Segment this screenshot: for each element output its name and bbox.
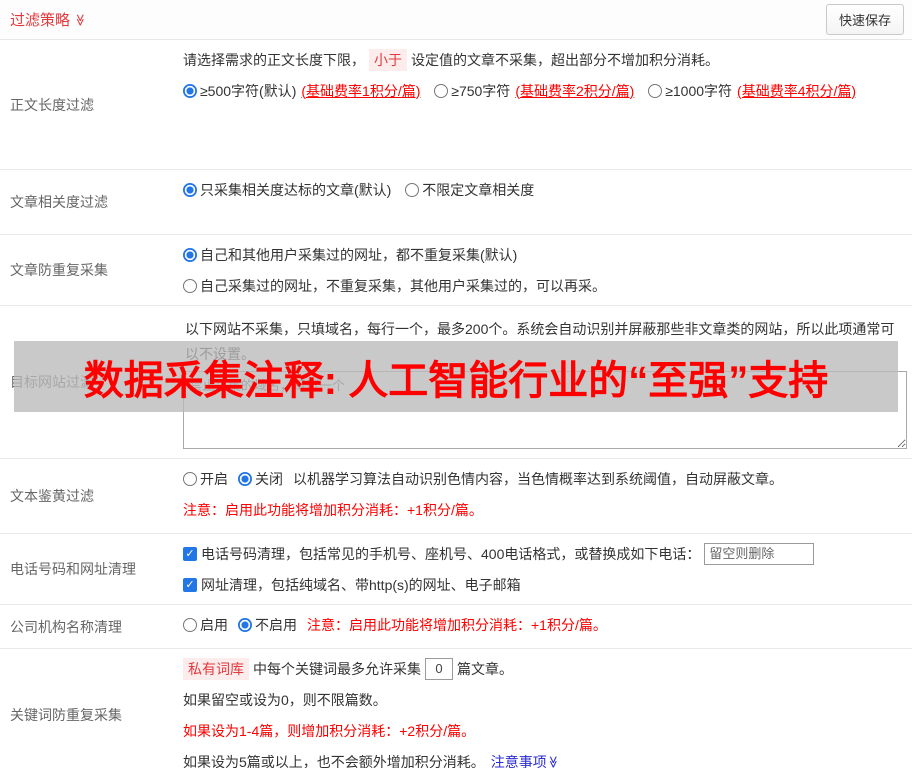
row-content: 开启 关闭 以机器学习算法自动识别色情内容，当色情概率达到系统阈值，自动屏蔽文章…	[180, 459, 912, 533]
radio-icon[interactable]	[405, 182, 420, 197]
radio-icon[interactable]	[183, 278, 197, 293]
row-porn-filter: 文本鉴黄过滤 开启 关闭 以机器学习算法自动识别色情内容，当色情概率达到系统阈值…	[0, 459, 912, 534]
radio-company-enable[interactable]: 启用	[183, 615, 228, 635]
row-label: 关键词防重复采集	[10, 707, 122, 723]
fee-note: (基础费率2积分/篇)	[515, 82, 635, 99]
replacement-phone-input[interactable]	[704, 542, 815, 565]
keyword-limit-input[interactable]	[425, 657, 453, 680]
keyword-note-free-line: 如果设为5篇或以上，也不会额外增加积分消耗。 注意事项 ≫	[183, 746, 907, 768]
row-phone-url-cleanup: 电话号码和网址清理 ✓ 电话号码清理，包括常见的手机号、座机号、400电话格式，…	[0, 534, 912, 605]
radio-selected-icon[interactable]	[183, 247, 197, 262]
radio-length-500[interactable]: ≥500字符(默认) (基础费率1积分/篇)	[183, 75, 420, 106]
filter-strategy-page: 过滤策略 ≫ 快速保存 正文长度过滤 请选择需求的正文长度下限， 小于 设定值的…	[0, 0, 912, 768]
row-company-name-cleanup: 公司机构名称清理 启用 不启用 注意：启用此功能将增加积分消耗：+1积分/篇。	[0, 605, 912, 649]
porn-filter-desc: 以机器学习算法自动识别色情内容，当色情概率达到系统阈值，自动屏蔽文章。	[293, 470, 783, 487]
row-content: 以下网站不采集，只填域名，每行一个，最多200个。系统会自动识别并屏蔽那些非文章…	[180, 306, 912, 458]
keyword-note-cost: 如果设为1-4篇，则增加积分消耗：+2积分/篇。	[183, 722, 476, 739]
row-label: 文章相关度过滤	[10, 194, 108, 210]
topbar: 过滤策略 ≫ 快速保存	[0, 0, 912, 40]
keyword-note-unlimited: 如果留空或设为0，则不限篇数。	[183, 691, 387, 708]
row-label: 文章防重复采集	[10, 262, 108, 278]
radio-selected-icon[interactable]	[183, 182, 197, 197]
chevron-down-icon: ≫	[546, 755, 561, 768]
radio-relevance-default[interactable]: 只采集相关度达标的文章(默认)	[183, 174, 391, 205]
row-relevance-filter: 文章相关度过滤 只采集相关度达标的文章(默认) 不限定文章相关度	[0, 170, 912, 235]
radio-selected-icon[interactable]	[238, 471, 252, 486]
blocked-domains-textarea[interactable]	[183, 371, 907, 449]
radio-length-750[interactable]: ≥750字符 (基础费率2积分/篇)	[434, 75, 634, 106]
section-title-filter-strategy[interactable]: 过滤策略 ≫	[10, 9, 87, 30]
radio-icon[interactable]	[183, 617, 197, 632]
phone-cleanup-label: 电话号码清理，包括常见的手机号、座机号、400电话格式，或替换成如下电话：	[201, 545, 701, 562]
radio-icon[interactable]	[183, 471, 197, 486]
radio-selected-icon[interactable]	[238, 617, 252, 632]
row-target-site-filter: 目标网站过滤 以下网站不采集，只填域名，每行一个，最多200个。系统会自动识别并…	[0, 306, 912, 459]
radio-length-1000[interactable]: ≥1000字符 (基础费率4积分/篇)	[648, 75, 856, 106]
radio-relevance-unlimited[interactable]: 不限定文章相关度	[405, 174, 534, 205]
length-filter-desc: 请选择需求的正文长度下限， 小于 设定值的文章不采集，超出部分不增加积分消耗。	[183, 44, 907, 75]
radio-dedup-all-users[interactable]: 自己和其他用户采集过的网址，都不重复采集(默认)	[183, 239, 517, 270]
row-content: 私有词库 中每个关键词最多允许采集 篇文章。 如果留空或设为0，则不限篇数。 如…	[180, 649, 912, 768]
row-label: 文本鉴黄过滤	[10, 488, 94, 504]
phone-cleanup-checkbox[interactable]: ✓	[183, 546, 197, 561]
fee-note: (基础费率4积分/篇)	[737, 82, 857, 99]
radio-icon[interactable]	[648, 83, 663, 98]
row-dedup-collect: 文章防重复采集 自己和其他用户采集过的网址，都不重复采集(默认) 自己采集过的网…	[0, 235, 912, 306]
row-content: 请选择需求的正文长度下限， 小于 设定值的文章不采集，超出部分不增加积分消耗。 …	[180, 40, 912, 169]
private-lexicon-chip: 私有词库	[183, 657, 249, 680]
porn-filter-cost-note: 注意：启用此功能将增加积分消耗：+1积分/篇。	[183, 501, 483, 518]
target-site-desc: 以下网站不采集，只填域名，每行一个，最多200个。系统会自动识别并屏蔽那些非文章…	[185, 321, 895, 362]
less-than-chip: 小于	[369, 48, 407, 71]
url-cleanup-line: ✓ 网址清理，包括纯域名、带http(s)的网址、电子邮箱	[183, 569, 907, 600]
chevron-down-icon: ≫	[73, 13, 88, 26]
company-cleanup-options: 启用 不启用 注意：启用此功能将增加积分消耗：+1积分/篇。	[183, 609, 907, 640]
radio-porn-off[interactable]: 关闭	[238, 469, 283, 489]
phone-cleanup-line: ✓ 电话号码清理，包括常见的手机号、座机号、400电话格式，或替换成如下电话：	[183, 538, 907, 569]
section-title-label: 过滤策略	[10, 12, 71, 29]
row-content: 启用 不启用 注意：启用此功能将增加积分消耗：+1积分/篇。	[180, 605, 912, 648]
url-cleanup-label: 网址清理，包括纯域名、带http(s)的网址、电子邮箱	[201, 576, 521, 593]
row-content-length-filter: 正文长度过滤 请选择需求的正文长度下限， 小于 设定值的文章不采集，超出部分不增…	[0, 40, 912, 170]
quick-save-button[interactable]: 快速保存	[825, 4, 904, 35]
radio-porn-on[interactable]: 开启	[183, 469, 228, 489]
porn-filter-options: 开启 关闭 以机器学习算法自动识别色情内容，当色情概率达到系统阈值，自动屏蔽文章…	[183, 463, 907, 494]
row-content: 只采集相关度达标的文章(默认) 不限定文章相关度	[180, 170, 912, 234]
radio-company-disable[interactable]: 不启用	[238, 615, 297, 635]
row-keyword-dedup: 关键词防重复采集 私有词库 中每个关键词最多允许采集 篇文章。 如果留空或设为0…	[0, 649, 912, 768]
company-cleanup-cost-note: 注意：启用此功能将增加积分消耗：+1积分/篇。	[307, 616, 607, 633]
row-label: 目标网站过滤	[10, 374, 94, 390]
notes-link[interactable]: 注意事项 ≫	[491, 752, 560, 768]
row-content: 自己和其他用户采集过的网址，都不重复采集(默认) 自己采集过的网址，不重复采集，…	[180, 235, 912, 305]
row-label: 公司机构名称清理	[10, 618, 122, 635]
fee-note: (基础费率1积分/篇)	[301, 82, 421, 99]
row-label: 正文长度过滤	[10, 96, 94, 113]
row-label: 电话号码和网址清理	[10, 561, 136, 577]
radio-icon[interactable]	[434, 83, 449, 98]
keyword-limit-line: 私有词库 中每个关键词最多允许采集 篇文章。	[183, 653, 907, 684]
row-content: ✓ 电话号码清理，包括常见的手机号、座机号、400电话格式，或替换成如下电话： …	[180, 534, 912, 604]
radio-dedup-self-only[interactable]: 自己采集过的网址，不重复采集，其他用户采集过的，可以再采。	[183, 270, 606, 301]
radio-selected-icon[interactable]	[183, 83, 197, 98]
url-cleanup-checkbox[interactable]: ✓	[183, 577, 197, 592]
